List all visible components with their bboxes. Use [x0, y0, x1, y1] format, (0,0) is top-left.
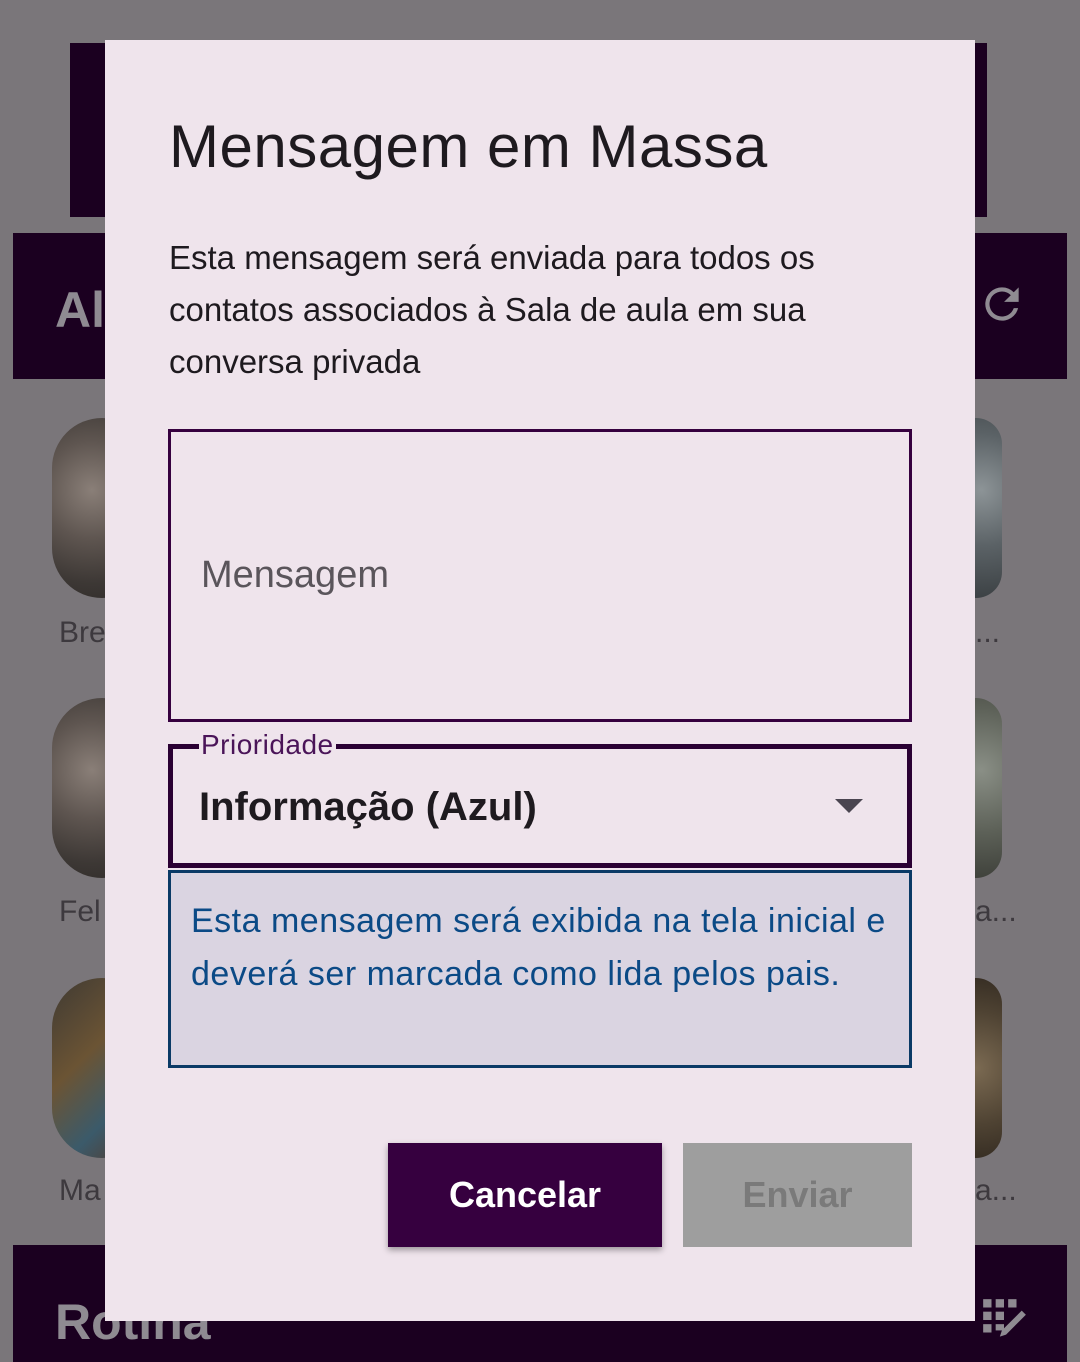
- priority-label: Prioridade: [199, 729, 336, 761]
- student-name: ...: [975, 616, 1001, 649]
- priority-info-text: Esta mensagem será exibida na tela inici…: [191, 902, 886, 993]
- priority-info-box: Esta mensagem será exibida na tela inici…: [168, 870, 912, 1068]
- dialog-title: Mensagem em Massa: [169, 113, 768, 180]
- message-input[interactable]: [171, 432, 909, 719]
- priority-dropdown[interactable]: Prioridade Informação (Azul): [168, 729, 912, 868]
- student-name: a...: [975, 1174, 1017, 1207]
- bulk-message-dialog: Mensagem em Massa Esta mensagem será env…: [105, 40, 975, 1321]
- alunos-section-title: Al: [55, 282, 105, 338]
- edit-calendar-icon[interactable]: [979, 1295, 1029, 1345]
- student-name: Fel: [59, 895, 101, 928]
- priority-selected-value[interactable]: Informação (Azul): [199, 785, 537, 830]
- refresh-icon[interactable]: [977, 279, 1027, 329]
- student-name: Ma: [59, 1174, 101, 1207]
- message-field[interactable]: [168, 429, 912, 722]
- student-name: Bre: [59, 616, 106, 649]
- dropdown-arrow-icon[interactable]: [835, 799, 863, 813]
- student-name: a...: [975, 895, 1017, 928]
- dialog-description: Esta mensagem será enviada para todos os…: [169, 239, 815, 380]
- cancel-button[interactable]: Cancelar: [388, 1143, 662, 1247]
- send-button[interactable]: Enviar: [683, 1143, 912, 1247]
